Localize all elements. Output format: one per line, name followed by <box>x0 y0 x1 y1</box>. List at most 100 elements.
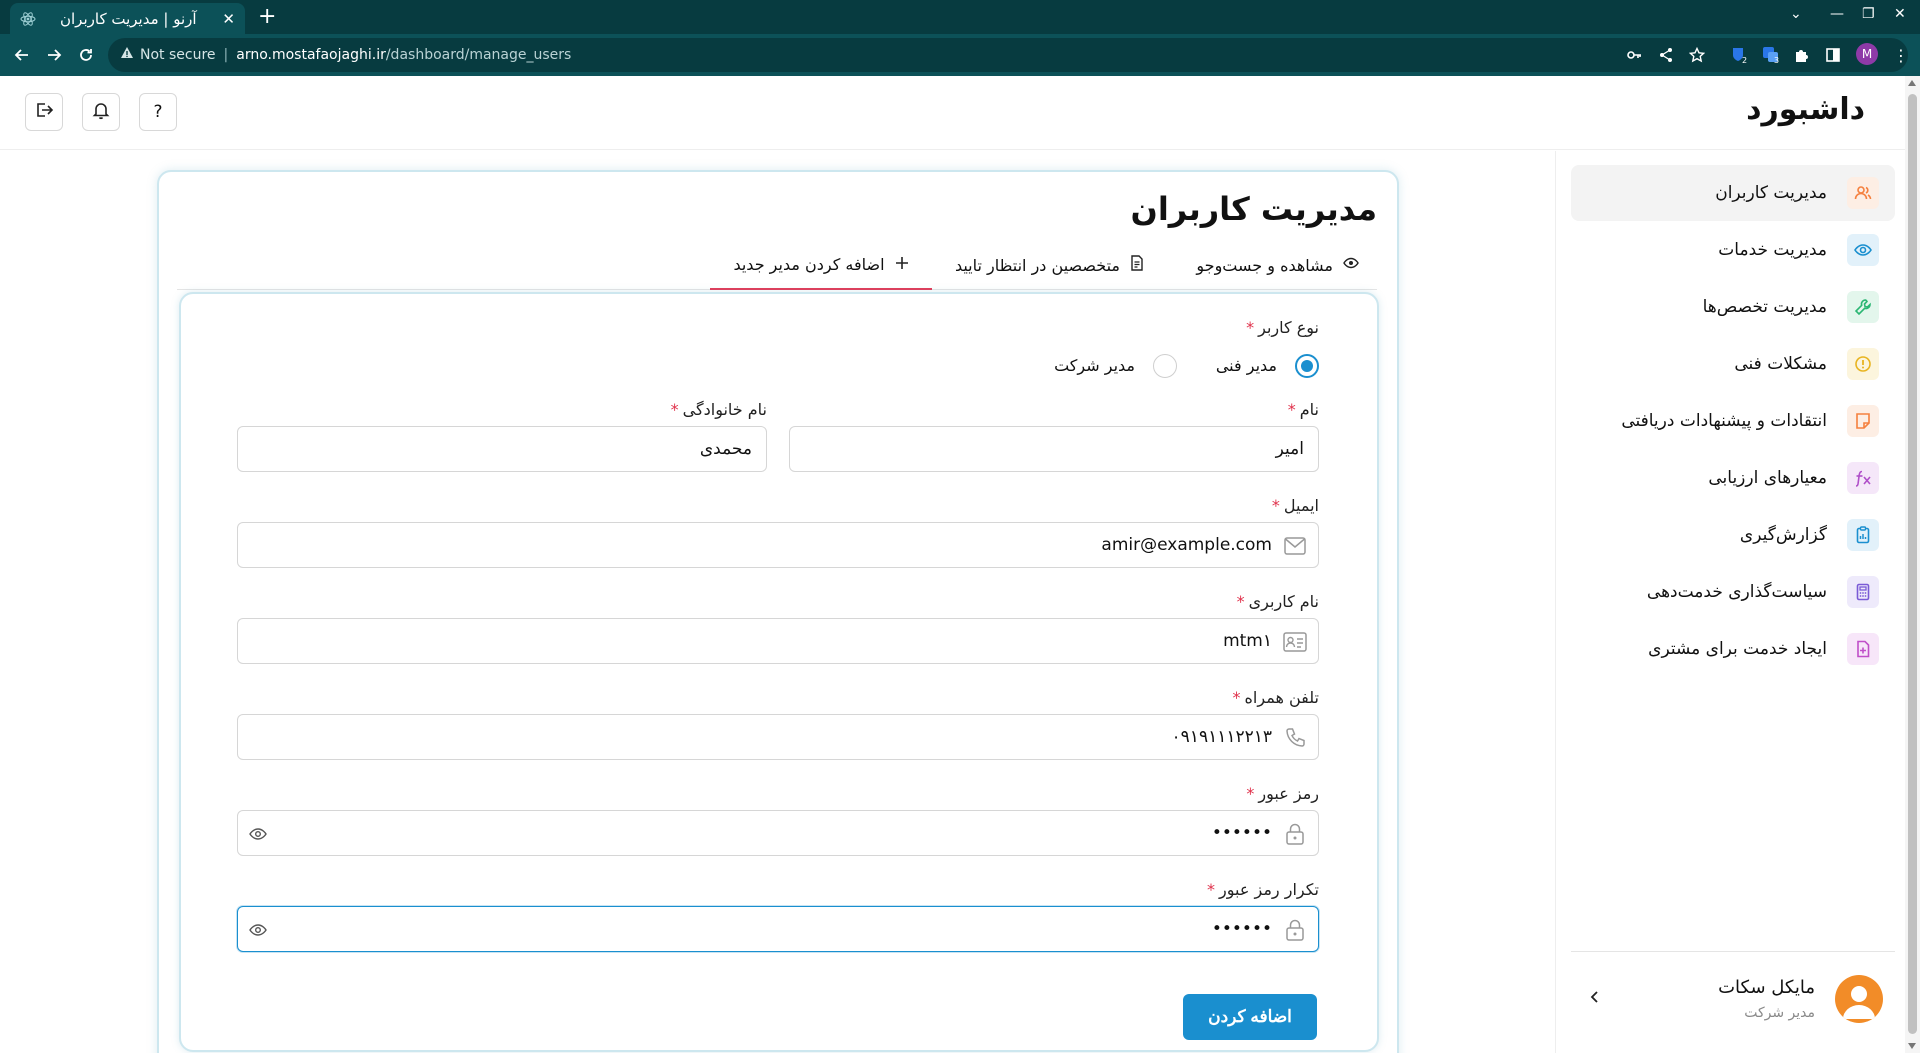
add-button[interactable]: اضافه کردن <box>1183 994 1317 1040</box>
last-name-field[interactable]: محمدی <box>237 426 767 472</box>
bitwarden-extension-icon[interactable]: 2 <box>1728 44 1750 66</box>
share-icon[interactable] <box>1655 44 1677 66</box>
extensions-puzzle-icon[interactable] <box>1791 44 1813 66</box>
first-name-field[interactable]: امیر <box>789 426 1319 472</box>
notifications-button[interactable] <box>82 93 120 131</box>
password-field[interactable]: •••••• <box>237 810 1319 856</box>
main-card: مدیریت کاربران مشاهده و جست‌وجو متخصصین … <box>157 170 1399 1053</box>
sidebar-item-users[interactable]: مدیریت کاربران <box>1571 165 1895 221</box>
sidebar-item-technical-issues[interactable]: مشکلات فنی <box>1571 336 1895 392</box>
tab-label: مشاهده و جست‌وجو <box>1196 255 1333 275</box>
function-icon <box>1847 462 1879 494</box>
page-scrollbar[interactable] <box>1905 76 1920 1053</box>
tab-add-manager[interactable]: اضافه کردن مدیر جدید <box>710 240 932 290</box>
radio-label-company-manager: مدیر شرکت <box>1054 356 1135 375</box>
phone-field[interactable]: ۰۹۱۹۱۱۱۲۲۱۳ <box>237 714 1319 760</box>
show-password-eye-icon[interactable] <box>248 824 268 844</box>
radio-company-manager[interactable] <box>1153 354 1177 378</box>
page-title: مدیریت کاربران <box>1130 190 1378 228</box>
sidebar-divider <box>1571 951 1895 952</box>
chevron-left-icon[interactable] <box>1583 985 1607 1009</box>
radio-label-technical-manager: مدیر فنی <box>1215 356 1277 375</box>
app-title: داشبورد <box>1746 92 1865 127</box>
window-close-icon[interactable]: ✕ <box>1894 6 1906 22</box>
reload-icon[interactable] <box>74 43 98 67</box>
confirm-password-value: •••••• <box>1211 919 1272 939</box>
browser-tab[interactable]: آرنو | مدیریت کاربران ✕ <box>10 3 245 34</box>
scroll-down-arrow[interactable] <box>1908 1043 1916 1049</box>
eye-icon <box>1847 234 1879 266</box>
tab-title: آرنو | مدیریت کاربران <box>60 9 197 28</box>
page-tabs: مشاهده و جست‌وجو متخصصین در انتظار تایید… <box>177 240 1377 290</box>
react-icon <box>20 11 36 27</box>
scroll-thumb[interactable] <box>1908 94 1917 1034</box>
forward-icon[interactable] <box>42 43 66 67</box>
logout-button[interactable] <box>25 93 63 131</box>
url-path: /dashboard/manage_users <box>385 47 572 63</box>
sidebar-item-label: مدیریت کاربران <box>1715 183 1827 203</box>
bookmark-star-icon[interactable] <box>1686 44 1708 66</box>
password-label: رمز عبور* <box>1246 784 1319 803</box>
email-label: ایمیل* <box>1271 496 1319 515</box>
document-icon <box>1130 255 1144 275</box>
password-value: •••••• <box>1211 823 1272 843</box>
tab-view-search[interactable]: مشاهده و جست‌وجو <box>1178 240 1377 290</box>
security-label: Not secure <box>140 47 216 63</box>
note-icon <box>1847 405 1879 437</box>
profile-avatar[interactable]: M <box>1856 43 1878 65</box>
svg-text:3: 3 <box>1774 56 1779 64</box>
first-name-label: نام* <box>1287 400 1319 419</box>
sidebar-item-services[interactable]: مدیریت خدمات <box>1571 222 1895 278</box>
radio-technical-manager[interactable] <box>1295 354 1319 378</box>
sidebar-item-evaluation[interactable]: معیارهای ارزیابی <box>1571 450 1895 506</box>
sidebar-item-service-policy[interactable]: سیاست‌گذاری خدمت‌دهی <box>1571 564 1895 620</box>
translate-extension-icon[interactable]: 3 <box>1760 44 1782 66</box>
back-icon[interactable] <box>10 43 34 67</box>
browser-menu-icon[interactable]: ⋮ <box>1890 44 1912 66</box>
wrench-icon <box>1847 291 1879 323</box>
scroll-up-arrow[interactable] <box>1908 80 1916 86</box>
address-bar: Not secure | arno.mostafaojaghi.ir /dash… <box>0 34 1920 76</box>
sidebar-item-label: ایجاد خدمت برای مشتری <box>1648 639 1827 659</box>
help-button[interactable]: ? <box>139 93 177 131</box>
sidebar-item-create-service[interactable]: ایجاد خدمت برای مشتری <box>1571 621 1895 677</box>
warning-icon <box>120 46 134 64</box>
sidebar-item-feedback[interactable]: انتقادات و پیشنهادات دریافتی <box>1571 393 1895 449</box>
new-tab-button[interactable]: + <box>258 4 276 29</box>
sidebar-item-label: معیارهای ارزیابی <box>1708 468 1827 488</box>
user-card[interactable]: مایکل سکات مدیر شرکت <box>1571 971 1895 1031</box>
user-name: مایکل سکات <box>1718 977 1815 998</box>
show-confirm-password-eye-icon[interactable] <box>248 920 268 940</box>
add-manager-form: نوع کاربر* مدیر فنی مدیر شرکت نام* امیر … <box>179 292 1379 1052</box>
sidebar-item-label: مدیریت تخصص‌ها <box>1702 297 1827 317</box>
last-name-label: نام خانوادگی* <box>670 400 767 419</box>
eye-icon <box>1343 255 1359 275</box>
last-name-value: محمدی <box>699 439 752 459</box>
confirm-password-field[interactable]: •••••• <box>237 906 1319 952</box>
sidebar-item-specialties[interactable]: مدیریت تخصص‌ها <box>1571 279 1895 335</box>
sidebar-item-reports[interactable]: گزارش‌گیری <box>1571 507 1895 563</box>
side-panel-icon[interactable] <box>1822 44 1844 66</box>
username-field[interactable]: mtm۱ <box>237 618 1319 664</box>
email-value: amir@example.com <box>1101 535 1272 555</box>
alert-icon <box>1847 348 1879 380</box>
tab-search-icon[interactable]: ⌄ <box>1790 6 1802 22</box>
avatar <box>1835 975 1883 1023</box>
browser-tabbar: آرنو | مدیریت کاربران ✕ + ⌄ — ❐ ✕ <box>0 0 1920 34</box>
url-separator: | <box>223 47 229 63</box>
close-tab-icon[interactable]: ✕ <box>222 10 235 28</box>
url-host: arno.mostafaojaghi.ir <box>236 47 386 63</box>
restore-icon[interactable]: ❐ <box>1862 6 1875 22</box>
tab-label: متخصصین در انتظار تایید <box>954 255 1120 275</box>
email-field[interactable]: amir@example.com <box>237 522 1319 568</box>
file-plus-icon <box>1847 633 1879 665</box>
key-icon[interactable] <box>1623 44 1645 66</box>
users-icon <box>1847 177 1879 209</box>
tab-pending-specialists[interactable]: متخصصین در انتظار تایید <box>937 240 1162 290</box>
svg-text:2: 2 <box>1742 56 1747 64</box>
calculator-icon <box>1847 576 1879 608</box>
minimize-icon[interactable]: — <box>1830 6 1844 22</box>
lock-icon <box>1282 917 1308 943</box>
sidebar-item-label: گزارش‌گیری <box>1739 525 1827 545</box>
tab-label: اضافه کردن مدیر جدید <box>733 254 885 274</box>
